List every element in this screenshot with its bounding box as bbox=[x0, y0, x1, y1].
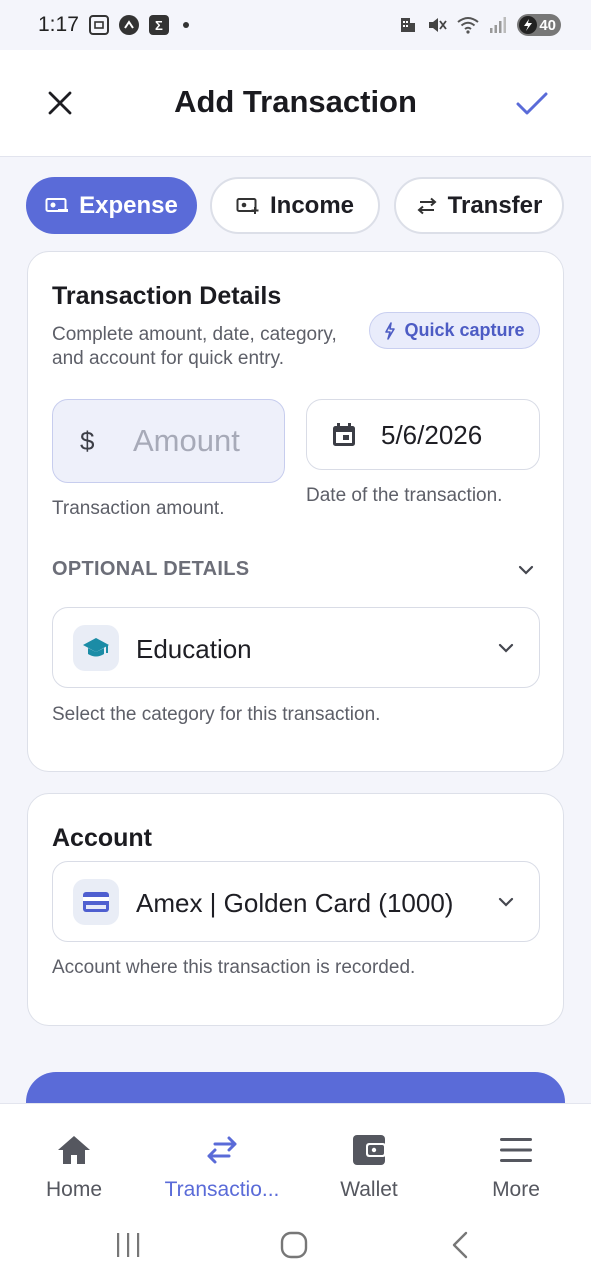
quick-capture-label: Quick capture bbox=[404, 320, 525, 340]
app-bar: Add Transaction bbox=[0, 50, 591, 157]
date-value: 5/6/2026 bbox=[381, 420, 483, 450]
expense-tab[interactable]: Expense bbox=[26, 177, 197, 234]
save-button[interactable] bbox=[513, 85, 551, 123]
date-field[interactable]: 5/6/2026 bbox=[306, 399, 540, 470]
nav-transactions-label: Transactio... bbox=[164, 1178, 280, 1201]
recent-apps-button[interactable] bbox=[110, 1227, 146, 1263]
transfer-icon bbox=[417, 197, 437, 214]
nav-wallet[interactable]: Wallet bbox=[320, 1104, 418, 1211]
transaction-details-card: Transaction Details Complete amount, dat… bbox=[27, 251, 564, 772]
category-helper: Select the category for this transaction… bbox=[52, 704, 381, 725]
category-value: Education bbox=[136, 634, 252, 664]
income-tab-label: Income bbox=[269, 191, 355, 219]
nav-more-label: More bbox=[492, 1178, 540, 1201]
screenshot-icon bbox=[88, 15, 109, 35]
home-system-button[interactable] bbox=[276, 1227, 312, 1263]
chevron-down-icon bbox=[498, 897, 514, 907]
home-icon bbox=[57, 1132, 91, 1168]
transfer-tab-label: Transfer bbox=[447, 191, 543, 219]
status-bar: 1:17 Σ 40 bbox=[0, 0, 591, 50]
mute-icon bbox=[429, 18, 448, 32]
page-title: Add Transaction bbox=[174, 84, 417, 119]
income-icon bbox=[236, 197, 259, 214]
battery-level: 40 bbox=[539, 16, 556, 34]
wallet-icon bbox=[352, 1132, 386, 1168]
amount-field[interactable]: $ bbox=[52, 399, 285, 483]
status-left: 1:17 Σ bbox=[38, 13, 189, 37]
calendar-icon bbox=[333, 423, 355, 446]
app-notification-icon bbox=[118, 15, 139, 35]
flash-icon bbox=[385, 321, 396, 340]
nav-wallet-label: Wallet bbox=[340, 1178, 398, 1201]
sigma-notification-icon: Σ bbox=[148, 15, 169, 35]
nav-transactions[interactable]: Transactio... bbox=[146, 1104, 298, 1211]
back-icon bbox=[452, 1231, 468, 1259]
nav-more[interactable]: More bbox=[466, 1104, 566, 1211]
building-icon bbox=[401, 18, 416, 32]
home-circle-icon bbox=[280, 1231, 308, 1259]
signal-icon bbox=[490, 17, 507, 33]
system-navigation-bar bbox=[0, 1210, 591, 1280]
account-select[interactable]: Amex | Golden Card (1000) bbox=[52, 861, 540, 942]
account-helper: Account where this transaction is record… bbox=[52, 957, 416, 978]
optional-details-toggle[interactable] bbox=[512, 556, 540, 584]
account-card: Account Amex | Golden Card (1000) Accoun… bbox=[27, 793, 564, 1026]
status-time: 1:17 bbox=[38, 13, 79, 36]
transfer-tab[interactable]: Transfer bbox=[394, 177, 564, 234]
account-value: Amex | Golden Card (1000) bbox=[136, 888, 454, 918]
more-notifications-icon bbox=[182, 22, 189, 28]
battery-indicator: 40 bbox=[517, 14, 561, 36]
account-dropdown-arrow bbox=[493, 889, 519, 915]
quick-capture-button[interactable]: Quick capture bbox=[369, 312, 540, 349]
transaction-details-title: Transaction Details bbox=[52, 282, 282, 310]
income-tab[interactable]: Income bbox=[210, 177, 380, 234]
swap-icon bbox=[205, 1132, 239, 1168]
chevron-down-icon bbox=[498, 643, 514, 653]
transaction-details-description: Complete amount, date, category, and acc… bbox=[52, 324, 337, 369]
currency-symbol: $ bbox=[80, 426, 95, 456]
wifi-icon bbox=[457, 17, 479, 34]
account-title: Account bbox=[52, 824, 152, 852]
chevron-down-icon bbox=[518, 565, 534, 575]
nav-home[interactable]: Home bbox=[24, 1104, 124, 1211]
amount-input[interactable] bbox=[133, 416, 278, 466]
status-right: 40 bbox=[399, 14, 561, 36]
category-select[interactable]: Education bbox=[52, 607, 540, 688]
credit-card-icon bbox=[73, 879, 119, 925]
menu-icon bbox=[499, 1132, 533, 1168]
category-dropdown-arrow bbox=[493, 635, 519, 661]
nav-home-label: Home bbox=[45, 1178, 103, 1201]
back-button[interactable] bbox=[442, 1227, 478, 1263]
recent-apps-icon bbox=[117, 1233, 140, 1257]
bottom-navigation: Home Transactio... Wallet More bbox=[0, 1103, 591, 1210]
optional-details-label: OPTIONAL DETAILS bbox=[52, 558, 250, 580]
graduation-cap-icon bbox=[73, 625, 119, 671]
amount-helper: Transaction amount. bbox=[52, 498, 225, 519]
check-icon bbox=[516, 92, 548, 115]
expense-tab-label: Expense bbox=[79, 191, 178, 219]
expense-icon bbox=[45, 197, 69, 212]
battery-saver-icon bbox=[519, 16, 538, 34]
date-helper: Date of the transaction. bbox=[306, 485, 503, 506]
